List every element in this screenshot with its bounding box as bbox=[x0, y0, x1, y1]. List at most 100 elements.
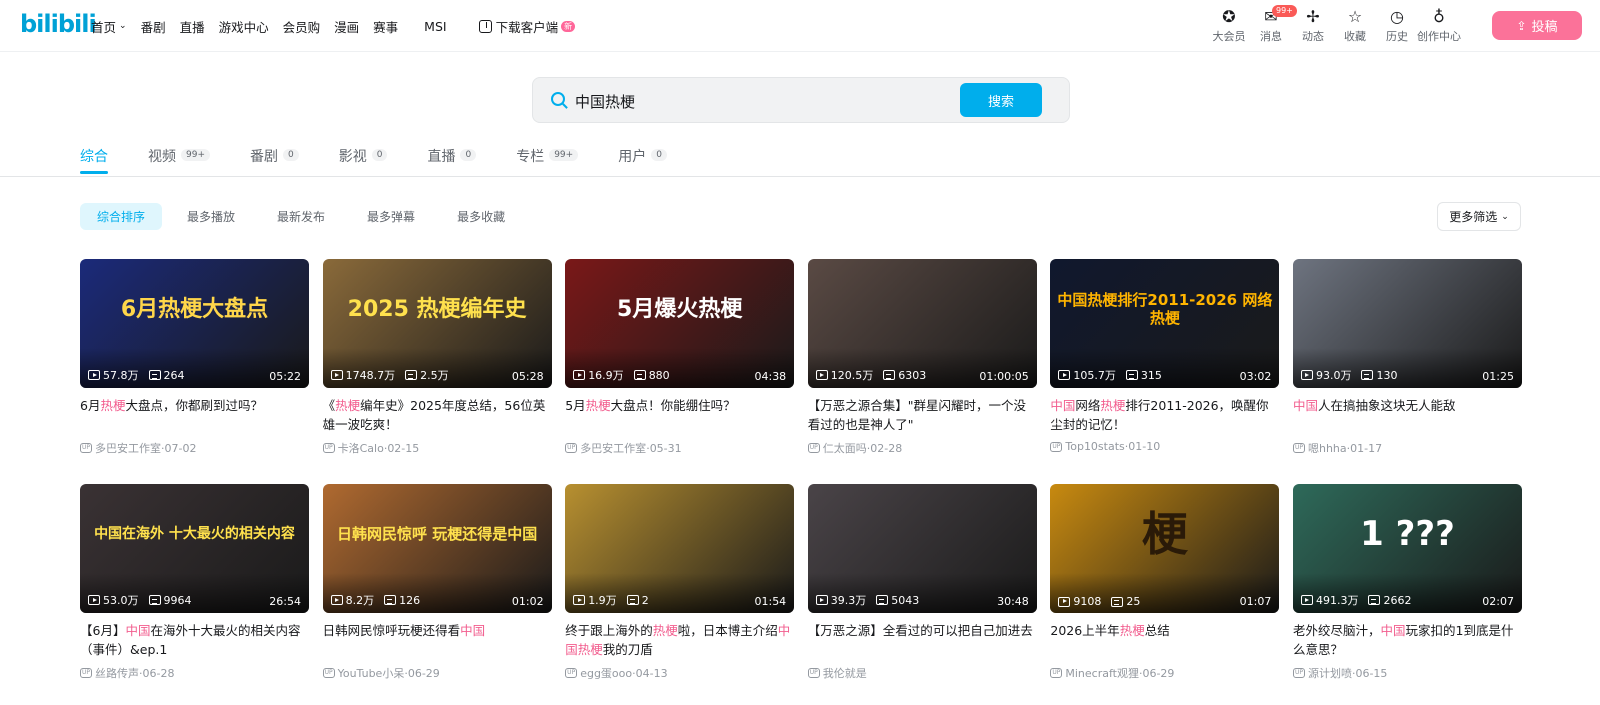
nav-item-esports[interactable]: 赛事 bbox=[373, 17, 398, 36]
tab-1[interactable]: 视频 99+ bbox=[148, 140, 210, 176]
video-card[interactable]: 5月爆火热梗 16.9万 880 04:38 5月热梗大盘点！你能绷住吗？ UP 多巴安工作… bbox=[565, 259, 795, 484]
uploader-name[interactable]: egg蛋ooo bbox=[580, 665, 632, 681]
video-thumbnail[interactable]: 5月爆火热梗 16.9万 880 04:38 bbox=[565, 259, 795, 388]
video-card[interactable]: 中国在海外 十大最火的相关内容 53.0万 9964 26:54 【6月】中国在海外十大… bbox=[80, 484, 309, 705]
video-thumbnail[interactable]: 中国在海外 十大最火的相关内容 53.0万 9964 26:54 bbox=[80, 484, 309, 613]
video-thumbnail[interactable]: 中国热梗排行2011-2026 网络热梗 105.7万 315 03:02 bbox=[1050, 259, 1280, 388]
search-input[interactable] bbox=[575, 88, 955, 114]
video-card[interactable]: 中国热梗排行2011-2026 网络热梗 105.7万 315 03:02 中国网络热梗… bbox=[1050, 259, 1280, 484]
more-filters-button[interactable]: 更多筛选 ⌄ bbox=[1437, 202, 1521, 231]
video-card[interactable]: 2025 热梗编年史 1748.7万 2.5万 05:28 《热梗编年史》2025年度总… bbox=[322, 259, 552, 484]
tab-count-badge: 0 bbox=[371, 149, 388, 161]
download-client-link[interactable]: 下载客户端 新 bbox=[478, 17, 576, 36]
nav-item-msi[interactable]: MSI bbox=[424, 19, 446, 34]
video-card[interactable]: 日韩网民惊呼 玩梗还得是中国 8.2万 126 01:02 日韩网民惊呼玩梗还得看中国 U… bbox=[322, 484, 552, 705]
video-card[interactable]: 93.0万 130 01:25 中国人在搞抽象这块无人能敌 UP 嗯hhha · 01-1… bbox=[1292, 259, 1522, 484]
video-thumbnail[interactable]: 1.9万 2 01:54 bbox=[565, 484, 795, 613]
video-title[interactable]: 日韩网民惊呼玩梗还得看中国 bbox=[323, 621, 552, 659]
uploader-name[interactable]: 仁太面吗 bbox=[823, 440, 867, 456]
video-title[interactable]: 《热梗编年史》2025年度总结，56位英雄一波吃爽！ bbox=[323, 396, 552, 434]
uploader-name[interactable]: 源计划喷 bbox=[1308, 665, 1352, 681]
nav-item-game-center[interactable]: 游戏中心 bbox=[219, 17, 269, 36]
tab-2[interactable]: 番剧 0 bbox=[250, 140, 299, 176]
user-nav-dynamic[interactable]: ✢ 动态 bbox=[1292, 0, 1334, 52]
video-title[interactable]: 中国人在搞抽象这块无人能敌 bbox=[1293, 396, 1522, 434]
video-title[interactable]: 终于跟上海外的热梗啦，日本博主介绍中国热梗我的刀盾 bbox=[565, 621, 794, 659]
nav-item-anime[interactable]: 番剧 bbox=[141, 17, 166, 36]
title-text: 总结 bbox=[1144, 623, 1170, 638]
video-thumbnail[interactable]: 120.5万 6303 01:00:05 bbox=[807, 259, 1037, 388]
video-card[interactable]: 6月热梗大盘点 57.8万 264 05:22 6月热梗大盘点，你都刷到过吗？ UP 多巴安… bbox=[80, 259, 309, 484]
uploader-name[interactable]: 卡洛Calo bbox=[338, 440, 384, 456]
video-title[interactable]: 老外绞尽脑汁，中国玩家扣的1到底是什么意思？ bbox=[1293, 621, 1522, 659]
play-count-icon bbox=[88, 595, 100, 605]
search-button[interactable]: 搜索 bbox=[960, 83, 1042, 117]
nav-item-home[interactable]: 首页 ⌄ bbox=[91, 17, 127, 36]
user-nav-history[interactable]: ◷ 历史 bbox=[1376, 0, 1418, 52]
title-text: 5月 bbox=[565, 398, 586, 413]
play-count: 8.2万 bbox=[345, 594, 375, 607]
nav-item-mall[interactable]: 会员购 bbox=[283, 17, 321, 36]
sort-filter-1[interactable]: 最多播放 bbox=[170, 203, 252, 230]
sort-filter-2[interactable]: 最新发布 bbox=[260, 203, 342, 230]
video-card[interactable]: 梗 9108 25 01:07 2026上半年热梗总结 UP Minecraft观狸 · 0… bbox=[1050, 484, 1280, 705]
video-thumbnail[interactable]: 日韩网民惊呼 玩梗还得是中国 8.2万 126 01:02 bbox=[322, 484, 552, 613]
video-thumbnail[interactable]: 1 ??? 491.3万 2662 02:07 bbox=[1292, 484, 1522, 613]
play-count-icon bbox=[1058, 596, 1071, 607]
video-card[interactable]: 1 ??? 491.3万 2662 02:07 老外绞尽脑汁，中国玩家扣的1到底是什么意… bbox=[1292, 484, 1522, 705]
title-text: 网络 bbox=[1075, 398, 1101, 413]
sort-filter-4[interactable]: 最多收藏 bbox=[440, 203, 522, 230]
uploader-name[interactable]: 多巴安工作室 bbox=[580, 440, 646, 456]
danmaku-count: 2 bbox=[641, 593, 649, 607]
danmaku-icon bbox=[626, 595, 639, 605]
video-title[interactable]: 2026上半年热梗总结 bbox=[1050, 621, 1279, 659]
video-title[interactable]: 中国网络热梗排行2011-2026，唤醒你尘封的记忆！ bbox=[1050, 396, 1279, 434]
uploader-name[interactable]: 多巴安工作室 bbox=[95, 440, 161, 456]
video-card[interactable]: 39.3万 5043 30:48 【万恶之源】全看过的可以把自己加进去 UP 我伦就是 bbox=[807, 484, 1037, 705]
video-card[interactable]: 1.9万 2 01:54 终于跟上海外的热梗啦，日本博主介绍中国热梗我的刀盾 UP egg… bbox=[565, 484, 795, 705]
uploader-name[interactable]: YouTube小呆 bbox=[338, 665, 405, 681]
video-thumbnail[interactable]: 93.0万 130 01:25 bbox=[1292, 259, 1522, 388]
danmaku-count: 5043 bbox=[891, 593, 920, 607]
nav-item-live[interactable]: 直播 bbox=[180, 17, 205, 36]
uploader-name[interactable]: 丝路传声 bbox=[95, 665, 139, 681]
uploader-name[interactable]: Top10stats bbox=[1065, 440, 1124, 453]
nav-item-manga[interactable]: 漫画 bbox=[334, 17, 359, 36]
play-count-icon bbox=[1058, 370, 1071, 380]
user-nav-favorite[interactable]: ☆ 收藏 bbox=[1334, 0, 1376, 52]
publish-date: 06-29 bbox=[1142, 666, 1175, 680]
uploader-name[interactable]: 我伦就是 bbox=[823, 665, 867, 681]
danmaku-count: 6303 bbox=[898, 368, 927, 382]
tab-3[interactable]: 影视 0 bbox=[339, 140, 388, 176]
user-nav: ✪ 大会员 ✉ 消息 99+ ✢ 动态 ☆ 收藏 ◷ 历史 ♁ 创作中心 bbox=[1208, 0, 1461, 52]
video-title[interactable]: 【万恶之源】全看过的可以把自己加进去 bbox=[808, 621, 1037, 659]
video-thumbnail[interactable]: 6月热梗大盘点 57.8万 264 05:22 bbox=[80, 259, 309, 388]
video-thumbnail[interactable]: 2025 热梗编年史 1748.7万 2.5万 05:28 bbox=[322, 259, 552, 388]
sort-filter-3[interactable]: 最多弹幕 bbox=[350, 203, 432, 230]
bilibili-logo[interactable]: bilibili bbox=[20, 10, 97, 38]
video-thumbnail[interactable]: 39.3万 5043 30:48 bbox=[807, 484, 1037, 613]
video-title[interactable]: 6月热梗大盘点，你都刷到过吗？ bbox=[80, 396, 309, 434]
user-nav-vip[interactable]: ✪ 大会员 bbox=[1208, 0, 1250, 52]
video-thumbnail[interactable]: 梗 9108 25 01:07 bbox=[1050, 484, 1280, 613]
uploader-name[interactable]: 嗯hhha bbox=[1308, 440, 1347, 456]
search-bar: 搜索 bbox=[532, 77, 1070, 123]
tab-5[interactable]: 专栏 99+ bbox=[516, 140, 579, 176]
video-meta: UP 嗯hhha · 01-17 bbox=[1292, 440, 1522, 456]
tab-4[interactable]: 直播 0 bbox=[427, 140, 477, 176]
tab-0[interactable]: 综合 bbox=[80, 140, 108, 176]
keyword-highlight: 中国 bbox=[1292, 398, 1318, 413]
publish-date: 06-28 bbox=[142, 666, 175, 680]
tab-6[interactable]: 用户 0 bbox=[618, 140, 667, 176]
creator-icon: ♁ bbox=[1433, 7, 1445, 26]
sort-filter-0[interactable]: 综合排序 bbox=[80, 203, 163, 230]
video-title[interactable]: 5月热梗大盘点！你能绷住吗？ bbox=[565, 396, 794, 434]
upload-button[interactable]: ⇪ 投稿 bbox=[1492, 11, 1582, 40]
danmaku-count: 126 bbox=[399, 593, 421, 607]
uploader-name[interactable]: Minecraft观狸 bbox=[1065, 665, 1139, 681]
video-title[interactable]: 【万恶之源合集】"群星闪耀时，一个没看过的也是神人了" bbox=[808, 396, 1037, 434]
video-card[interactable]: 120.5万 6303 01:00:05 【万恶之源合集】"群星闪耀时，一个没看过的也… bbox=[807, 259, 1037, 484]
user-nav-message[interactable]: ✉ 消息 99+ bbox=[1250, 0, 1297, 52]
user-nav-creator[interactable]: ♁ 创作中心 bbox=[1417, 0, 1461, 52]
video-title[interactable]: 【6月】中国在海外十大最火的相关内容（事件）&ep.1 bbox=[80, 621, 309, 659]
